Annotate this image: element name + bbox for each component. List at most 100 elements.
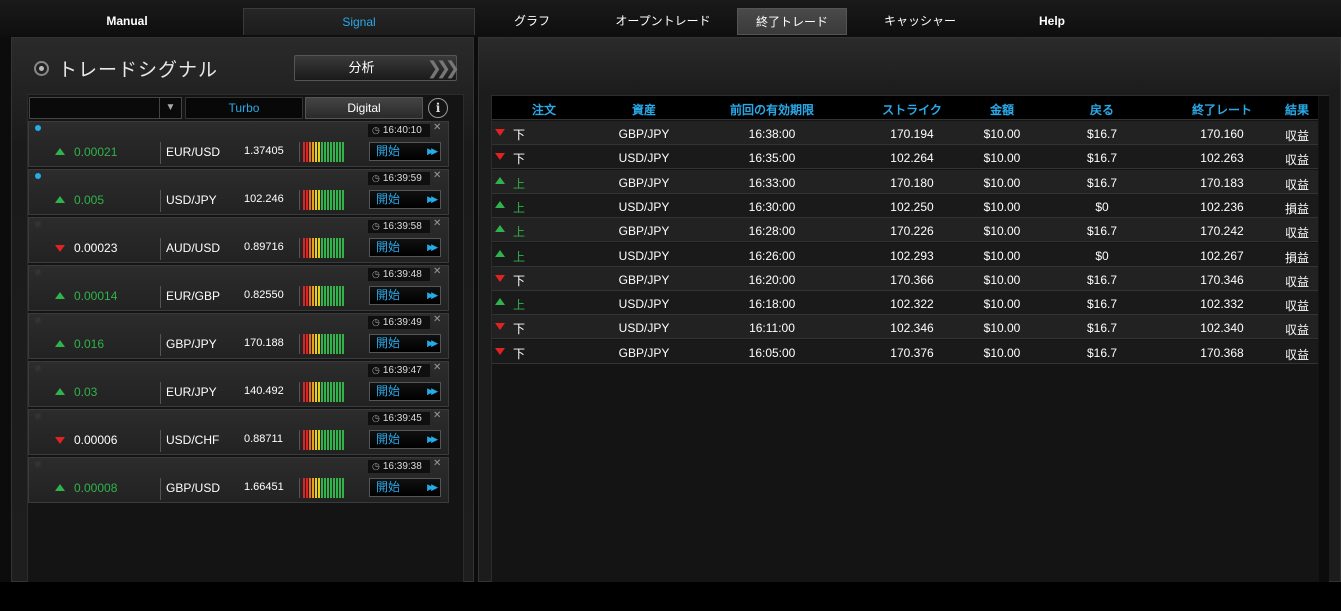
start-button[interactable]: 開始 ▶▶ bbox=[369, 190, 441, 209]
signal-change: 0.005 bbox=[74, 193, 105, 207]
table-row[interactable]: 上 USD/JPY 16:30:00 102.250 $10.00 $0 102.236 損益 bbox=[492, 193, 1318, 218]
close-icon[interactable]: ✕ bbox=[433, 362, 441, 373]
table-row[interactable]: 上 GBP/JPY 16:28:00 170.226 $10.00 $16.7 170.24… bbox=[492, 218, 1318, 243]
close-icon[interactable]: ✕ bbox=[433, 218, 441, 229]
signal-row[interactable]: ◷ 16:39:38 ✕ 0.00008 GBP/USD 1.66451 開始 ▶▶ bbox=[28, 457, 449, 503]
scrollbar[interactable] bbox=[1319, 96, 1329, 582]
start-button[interactable]: 開始 ▶▶ bbox=[369, 430, 441, 449]
signal-time: ◷ 16:39:47 bbox=[368, 364, 430, 377]
cell-order: 下 bbox=[513, 152, 526, 167]
arrow-up-icon bbox=[55, 340, 65, 347]
meter-bar bbox=[309, 286, 311, 306]
signal-change: 0.00021 bbox=[74, 145, 118, 159]
meter-bar bbox=[306, 382, 308, 402]
signal-change: 0.00023 bbox=[74, 241, 118, 255]
header-asset[interactable]: 資産 bbox=[604, 101, 684, 118]
signal-row[interactable]: ◷ 16:39:58 ✕ 0.00023 AUD/USD 0.89716 開始 ▶▶ bbox=[28, 217, 449, 263]
header-expiry[interactable]: 前回の有効期限 bbox=[712, 101, 832, 118]
tab-digital[interactable]: Digital bbox=[305, 97, 423, 119]
signal-time: ◷ 16:39:45 bbox=[368, 412, 430, 425]
nav-closed-trades[interactable]: 終了トレード bbox=[737, 8, 847, 35]
nav-cashier[interactable]: キャッシャー bbox=[855, 8, 985, 35]
close-icon[interactable]: ✕ bbox=[433, 458, 441, 469]
cell-asset: GBP/JPY bbox=[618, 127, 670, 141]
meter-bar bbox=[339, 190, 341, 210]
start-button[interactable]: 開始 ▶▶ bbox=[369, 142, 441, 161]
signal-row[interactable]: ◷ 16:40:10 ✕ 0.00021 EUR/USD 1.37405 開始 ▶▶ bbox=[28, 121, 449, 167]
meter-bar bbox=[303, 190, 305, 210]
start-button[interactable]: 開始 ▶▶ bbox=[369, 238, 441, 257]
meter-bar bbox=[333, 286, 335, 306]
meter-bar bbox=[339, 382, 341, 402]
meter-bar bbox=[318, 334, 320, 354]
close-icon[interactable]: ✕ bbox=[433, 314, 441, 325]
signal-change: 0.016 bbox=[74, 337, 105, 351]
meter-bar bbox=[339, 286, 341, 306]
clock-icon: ◷ bbox=[372, 125, 380, 135]
nav-signal[interactable]: Signal bbox=[243, 8, 475, 35]
info-icon[interactable]: i bbox=[428, 98, 448, 118]
tab-turbo[interactable]: Turbo bbox=[185, 97, 303, 119]
meter-bar bbox=[333, 142, 335, 162]
cell-order: 下 bbox=[513, 128, 526, 142]
close-icon[interactable]: ✕ bbox=[433, 122, 441, 133]
header-amount[interactable]: 金額 bbox=[967, 101, 1037, 118]
table-row[interactable]: 上 USD/JPY 16:26:00 102.293 $10.00 $0 102.267 損益 bbox=[492, 242, 1318, 267]
asset-filter-select[interactable]: ▼ bbox=[29, 97, 182, 119]
start-button[interactable]: 開始 ▶▶ bbox=[369, 334, 441, 353]
cell-amount: $10.00 bbox=[983, 127, 1021, 141]
nav-open-trades[interactable]: オープントレード bbox=[596, 8, 730, 35]
close-icon[interactable]: ✕ bbox=[433, 410, 441, 421]
analyze-label: 分析 bbox=[348, 60, 375, 75]
table-row[interactable]: 上 USD/JPY 16:18:00 102.322 $10.00 $16.7 102.33… bbox=[492, 291, 1318, 316]
analyze-button[interactable]: 分析 ❯❯❯ bbox=[294, 55, 460, 81]
start-button[interactable]: 開始 ▶▶ bbox=[369, 478, 441, 497]
cell-result: 収益 bbox=[1284, 153, 1309, 168]
header-order[interactable]: 注文 bbox=[514, 101, 574, 118]
signal-row[interactable]: ◷ 16:39:45 ✕ 0.00006 USD/CHF 0.88711 開始 ▶▶ bbox=[28, 409, 449, 455]
table-row[interactable]: 下 GBP/JPY 16:38:00 170.194 $10.00 $16.7 170.16… bbox=[492, 121, 1318, 145]
arrow-down-icon bbox=[495, 153, 505, 161]
meter-bar bbox=[321, 286, 323, 306]
status-dot-icon bbox=[35, 461, 41, 467]
signal-row[interactable]: ◷ 16:39:59 ✕ 0.005 USD/JPY 102.246 開始 ▶▶ bbox=[28, 169, 449, 215]
signal-row[interactable]: ◷ 16:39:48 ✕ 0.00014 EUR/GBP 0.82550 開始 ▶▶ bbox=[28, 265, 449, 311]
header-result[interactable]: 結果 bbox=[1277, 101, 1317, 118]
meter-bar bbox=[330, 286, 332, 306]
meter-bar bbox=[312, 190, 314, 210]
table-row[interactable]: 下 USD/JPY 16:11:00 102.346 $10.00 $16.7 102.34… bbox=[492, 315, 1318, 340]
signal-row[interactable]: ◷ 16:39:49 ✕ 0.016 GBP/JPY 170.188 開始 ▶▶ bbox=[28, 313, 449, 359]
trades-table: 注文 資産 前回の有効期限 ストライク 金額 戻る 終了レート 結果 下 GBP/… bbox=[491, 95, 1329, 583]
table-row[interactable]: 下 GBP/JPY 16:20:00 170.366 $10.00 $16.7 170.34… bbox=[492, 266, 1318, 291]
start-button[interactable]: 開始 ▶▶ bbox=[369, 382, 441, 401]
meter-bar bbox=[315, 478, 317, 498]
header-close-rate[interactable]: 終了レート bbox=[1172, 101, 1272, 118]
signal-row[interactable]: ◷ 16:39:47 ✕ 0.03 EUR/JPY 140.492 開始 ▶▶ bbox=[28, 361, 449, 407]
signal-rate: 0.88711 bbox=[244, 433, 283, 445]
nav-help[interactable]: Help bbox=[993, 8, 1111, 35]
close-icon[interactable]: ✕ bbox=[433, 266, 441, 277]
clock-icon: ◷ bbox=[372, 221, 380, 231]
arrow-up-icon bbox=[495, 176, 505, 184]
table-row[interactable]: 下 GBP/JPY 16:05:00 170.376 $10.00 $16.7 170.36… bbox=[492, 339, 1318, 364]
meter-bar bbox=[327, 190, 329, 210]
header-strike[interactable]: ストライク bbox=[867, 101, 957, 118]
start-button[interactable]: 開始 ▶▶ bbox=[369, 286, 441, 305]
close-icon[interactable]: ✕ bbox=[433, 170, 441, 181]
nav-chart[interactable]: グラフ bbox=[476, 8, 588, 35]
arrow-down-icon bbox=[55, 245, 65, 252]
table-row[interactable]: 下 USD/JPY 16:35:00 102.264 $10.00 $16.7 102.26… bbox=[492, 145, 1318, 170]
play-icon: ▶▶ bbox=[427, 194, 438, 204]
radio-icon[interactable] bbox=[34, 61, 49, 76]
meter-bar bbox=[315, 142, 317, 162]
signal-pair: EUR/JPY bbox=[166, 385, 217, 399]
header-return[interactable]: 戻る bbox=[1072, 101, 1132, 118]
signal-time-value: 16:39:49 bbox=[382, 317, 422, 328]
nav-manual[interactable]: Manual bbox=[63, 8, 191, 35]
cell-return: $16.7 bbox=[1086, 175, 1118, 190]
meter-bar bbox=[318, 238, 320, 258]
cell-result: 収益 bbox=[1284, 323, 1309, 338]
table-row[interactable]: 上 GBP/JPY 16:33:00 170.180 $10.00 $16.7 170.18… bbox=[492, 169, 1318, 194]
signal-time: ◷ 16:39:38 bbox=[368, 460, 430, 473]
meter-bar bbox=[321, 238, 323, 258]
